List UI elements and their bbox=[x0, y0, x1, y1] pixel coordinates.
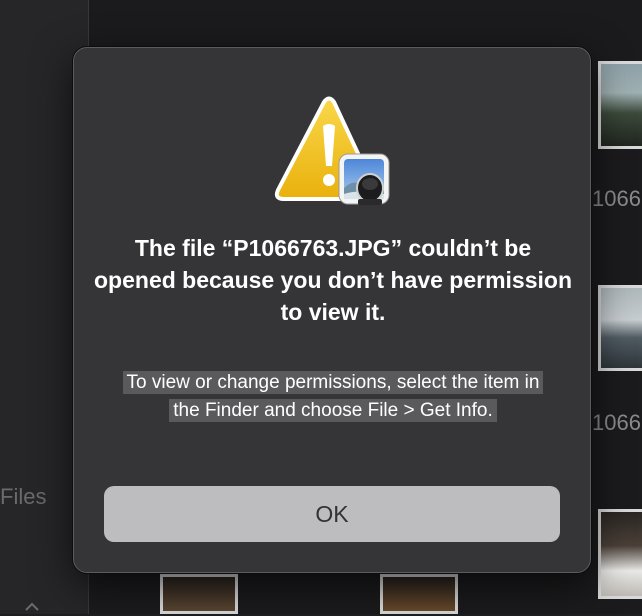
photo-thumbnail[interactable] bbox=[598, 285, 642, 371]
alert-message-text: To view or change permissions, select th… bbox=[122, 371, 544, 422]
photo-caption: 1066 bbox=[592, 186, 641, 211]
alert-title: The file “P1066763.JPG” couldn’t be open… bbox=[94, 235, 573, 325]
alert-message: To view or change permissions, select th… bbox=[117, 369, 549, 425]
photo-thumbnail[interactable] bbox=[598, 509, 642, 599]
ok-button[interactable]: OK bbox=[104, 486, 560, 542]
sidebar-label-files[interactable]: Files bbox=[0, 484, 46, 510]
permission-alert-dialog: The file “P1066763.JPG” couldn’t be open… bbox=[73, 47, 591, 573]
caution-icon bbox=[274, 96, 390, 205]
photo-caption: 1066 bbox=[592, 410, 641, 435]
photo-thumbnail[interactable] bbox=[160, 574, 238, 614]
photo-thumbnail[interactable] bbox=[598, 61, 642, 149]
photo-thumbnail[interactable] bbox=[380, 574, 458, 614]
